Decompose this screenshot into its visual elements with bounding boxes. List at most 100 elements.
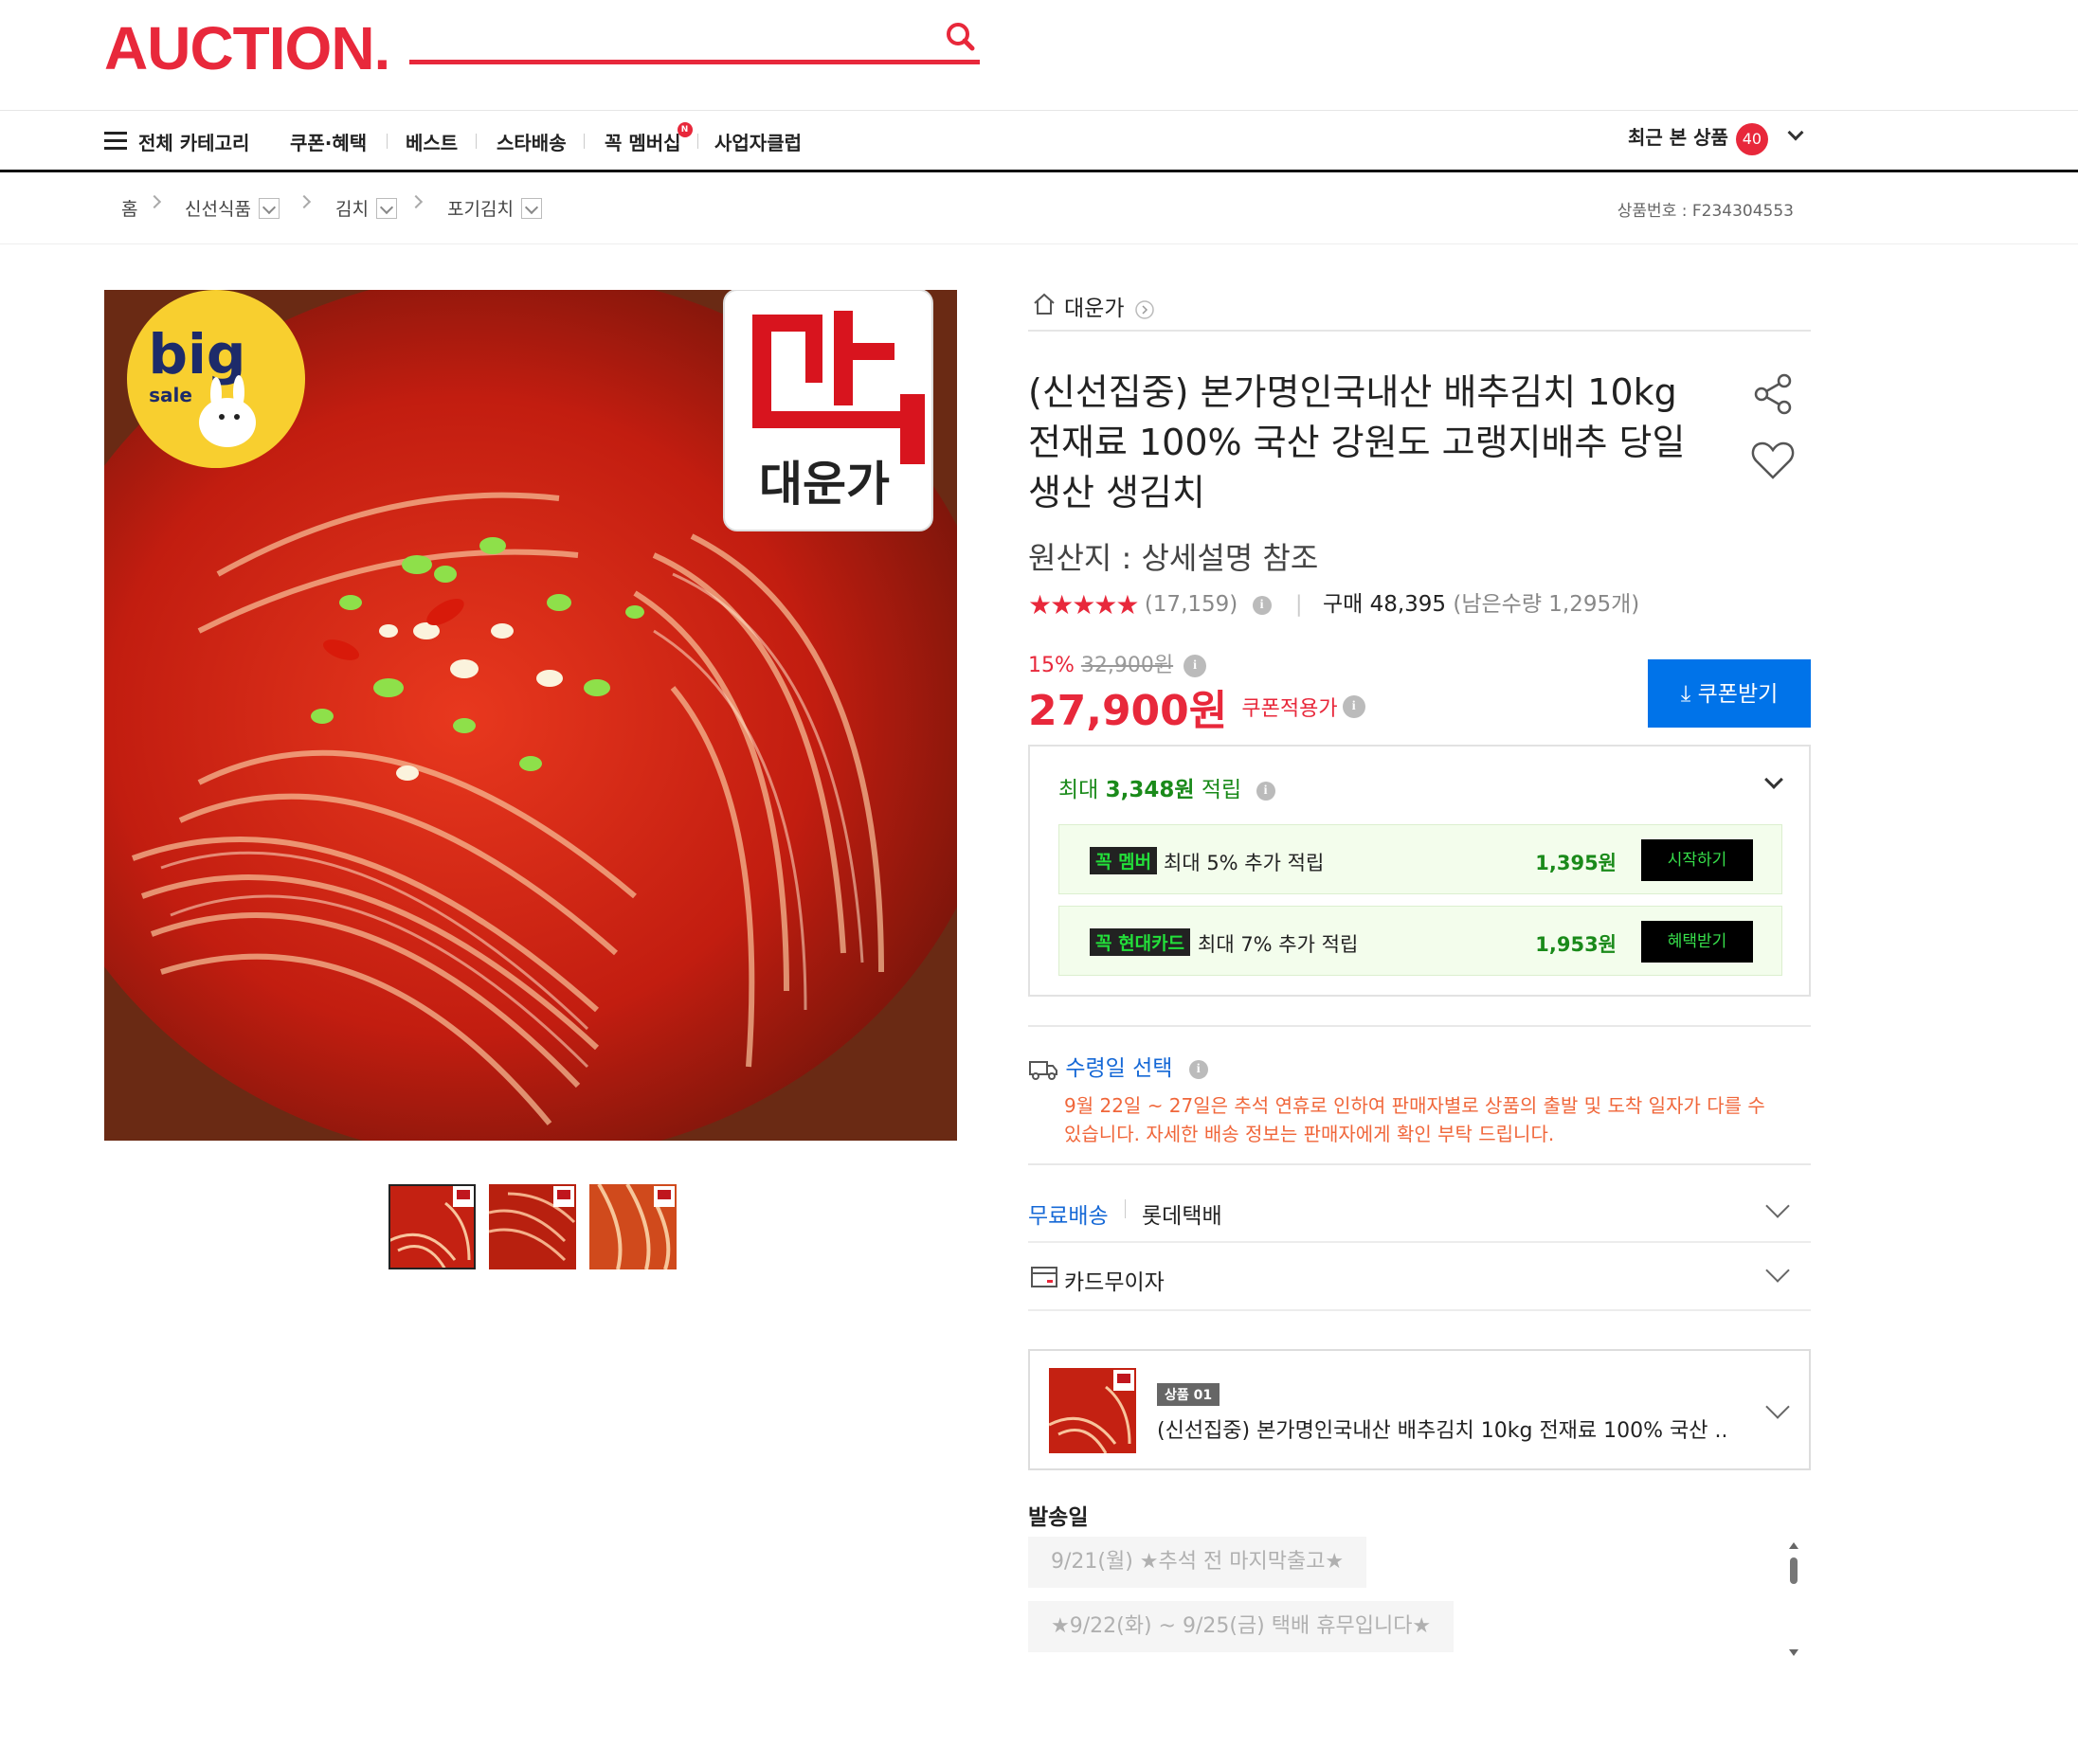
chevron-down-icon bbox=[1787, 124, 1804, 141]
sale-price: 27,900원 bbox=[1028, 687, 1228, 735]
info-icon[interactable]: i bbox=[1252, 595, 1272, 615]
separator bbox=[1125, 1199, 1126, 1218]
chevron-down-icon[interactable] bbox=[1765, 1194, 1790, 1218]
store-home-icon bbox=[1034, 293, 1055, 315]
main-product-image[interactable]: 대운가 big sale bbox=[104, 290, 957, 1141]
points-amount: 3,348원 bbox=[1105, 778, 1195, 802]
breadcrumb-kimchi[interactable]: 김치 bbox=[335, 195, 397, 221]
menu-icon[interactable] bbox=[104, 132, 127, 151]
ship-date-option[interactable]: ★9/22(화) ~ 9/25(금) 택배 휴무입니다★ bbox=[1028, 1601, 1455, 1652]
breadcrumb-fresh-food[interactable]: 신선식품 bbox=[185, 195, 280, 221]
store-name: 대운가 bbox=[1064, 297, 1125, 321]
purchase-count: 구매 48,395 bbox=[1322, 592, 1447, 617]
hyundai-card-tag: 꼭 현대카드 bbox=[1090, 928, 1191, 956]
brand-badge-text: 대운가 bbox=[759, 457, 890, 512]
get-coupon-button[interactable]: ⤓ 쿠폰받기 bbox=[1648, 659, 1811, 728]
membership-tag: 꼭 멤버 bbox=[1090, 847, 1158, 874]
max-points-toggle[interactable]: 최대 3,348원 적립 i bbox=[1058, 771, 1275, 803]
breadcrumb: 홈 신선식품 김치 포기김치 상품번호 : F234304553 bbox=[0, 172, 2078, 244]
dropdown-icon[interactable] bbox=[520, 197, 542, 219]
benefit-amount: 1,395원 bbox=[1535, 852, 1617, 874]
ship-date-option[interactable]: 9/21(월) ★추석 전 마지막출고★ bbox=[1028, 1537, 1367, 1588]
info-icon[interactable]: i bbox=[1256, 781, 1275, 801]
nav-divider bbox=[387, 134, 388, 149]
start-membership-button[interactable]: 시작하기 bbox=[1641, 839, 1753, 881]
search-input[interactable] bbox=[409, 23, 921, 57]
auction-logo[interactable]: AUCTION. bbox=[104, 13, 390, 83]
header: AUCTION. bbox=[0, 0, 2078, 110]
heart-icon[interactable] bbox=[1750, 440, 1796, 481]
chevron-right-circle-icon bbox=[1135, 299, 1154, 319]
review-count[interactable]: (17,159) bbox=[1145, 592, 1238, 617]
nav-item-star-delivery[interactable]: 스타배송 bbox=[497, 128, 567, 155]
tag-label: 멤버 bbox=[1118, 852, 1152, 873]
tag-label: 현대카드 bbox=[1118, 933, 1185, 954]
credit-card-icon bbox=[1031, 1267, 1057, 1287]
shipping-row[interactable]: 무료배송 롯데택배 bbox=[1028, 1180, 1811, 1243]
all-categories-button[interactable]: 전체 카테고리 bbox=[138, 128, 249, 155]
sale-badge-sale: sale bbox=[149, 384, 192, 406]
rating-stars: ★★★★★ bbox=[1028, 589, 1140, 621]
chevron-right-icon bbox=[408, 194, 424, 209]
recent-products-button[interactable]: 최근 본 상품 40 bbox=[1628, 122, 1804, 155]
breadcrumb-pogi-kimchi[interactable]: 포기김치 bbox=[447, 195, 542, 221]
get-benefit-button[interactable]: 혜택받기 bbox=[1641, 921, 1753, 963]
rating-row: ★★★★★ (17,159) i | 구매 48,395 (남은수량 1,295… bbox=[1028, 585, 1639, 621]
nav-item-membership[interactable]: 꼭 멤버십 N bbox=[605, 122, 693, 155]
coupon-button-label: 쿠폰받기 bbox=[1697, 682, 1779, 707]
chevron-down-icon[interactable] bbox=[1764, 770, 1783, 789]
option-thumbnail bbox=[1049, 1368, 1136, 1453]
card-installment-row[interactable]: 카드무이자 bbox=[1028, 1245, 1811, 1311]
chevron-down-icon[interactable] bbox=[1765, 1395, 1790, 1419]
discount-row: 15% 32,900원 i bbox=[1028, 648, 1207, 678]
points-suffix: 적립 bbox=[1194, 778, 1242, 802]
ship-date-label: 발송일 bbox=[1028, 1505, 1089, 1530]
option-product-name: (신선집중) 본가명인국내산 배추김치 10kg 전재료 100% 국산 ... bbox=[1157, 1419, 1726, 1443]
carrier-label: 롯데택배 bbox=[1142, 1204, 1222, 1229]
download-icon: ⤓ bbox=[1680, 680, 1691, 707]
product-thumbnail-1[interactable] bbox=[388, 1184, 476, 1269]
discount-rate: 15% bbox=[1028, 654, 1075, 677]
benefit-desc: 최대 5% 추가 적립 bbox=[1164, 852, 1325, 874]
ship-date-scrollbar[interactable] bbox=[1786, 1540, 1801, 1658]
breadcrumb-label: 신선식품 bbox=[185, 199, 251, 220]
separator: | bbox=[1294, 592, 1303, 617]
card-installment-label: 카드무이자 bbox=[1064, 1270, 1165, 1295]
nav-item-best[interactable]: 베스트 bbox=[406, 128, 458, 155]
sale-badge-big: big bbox=[149, 322, 246, 387]
benefit-amount: 1,953원 bbox=[1535, 933, 1617, 956]
free-shipping-label: 무료배송 bbox=[1028, 1204, 1109, 1229]
share-icon[interactable] bbox=[1752, 373, 1794, 415]
nav-item-business-club[interactable]: 사업자클럽 bbox=[714, 128, 802, 155]
product-thumbnail-2[interactable] bbox=[489, 1184, 576, 1269]
divider bbox=[1028, 1025, 1811, 1027]
info-icon[interactable]: i bbox=[1342, 695, 1365, 718]
breadcrumb-home[interactable]: 홈 bbox=[121, 195, 137, 221]
coupon-applied-label: 쿠폰적용가 bbox=[1241, 697, 1338, 721]
benefit-desc: 최대 7% 추가 적립 bbox=[1198, 933, 1359, 956]
tag-prefix: 꼭 bbox=[1095, 933, 1112, 954]
product-thumbnail-3[interactable] bbox=[589, 1184, 677, 1269]
tag-prefix: 꼭 bbox=[1095, 852, 1112, 873]
divider bbox=[1028, 1163, 1811, 1165]
product-number: 상품번호 : F234304553 bbox=[1617, 202, 1794, 221]
selected-option-box[interactable]: 상품 01 (신선집중) 본가명인국내산 배추김치 10kg 전재료 100% … bbox=[1028, 1349, 1811, 1470]
dropdown-icon[interactable] bbox=[258, 197, 280, 219]
main-nav: 전체 카테고리 쿠폰·혜택 베스트 스타배송 꼭 멤버십 N 사업자클럽 최근 … bbox=[0, 110, 2078, 172]
truck-icon bbox=[1029, 1060, 1057, 1080]
breadcrumb-label: 김치 bbox=[335, 199, 369, 220]
recent-count-badge: 40 bbox=[1735, 122, 1768, 155]
option-number-tag: 상품 01 bbox=[1157, 1383, 1220, 1406]
info-icon[interactable]: i bbox=[1184, 655, 1207, 677]
store-name-link[interactable]: 대운가 bbox=[1064, 290, 1154, 322]
chevron-right-icon bbox=[297, 194, 312, 209]
product-title: (신선집중) 본가명인국내산 배추김치 10kg 전재료 100% 국산 강원도… bbox=[1028, 371, 1686, 513]
nav-divider bbox=[584, 134, 585, 149]
price-row: 27,900원 쿠폰적용가 i bbox=[1028, 676, 1365, 737]
chevron-down-icon[interactable] bbox=[1765, 1258, 1790, 1283]
info-icon[interactable]: i bbox=[1188, 1059, 1208, 1079]
search-icon[interactable] bbox=[942, 19, 980, 57]
delivery-date-select[interactable]: 수령일 선택 i bbox=[1028, 1050, 1208, 1082]
dropdown-icon[interactable] bbox=[375, 197, 397, 219]
nav-item-coupon[interactable]: 쿠폰·혜택 bbox=[290, 128, 367, 155]
